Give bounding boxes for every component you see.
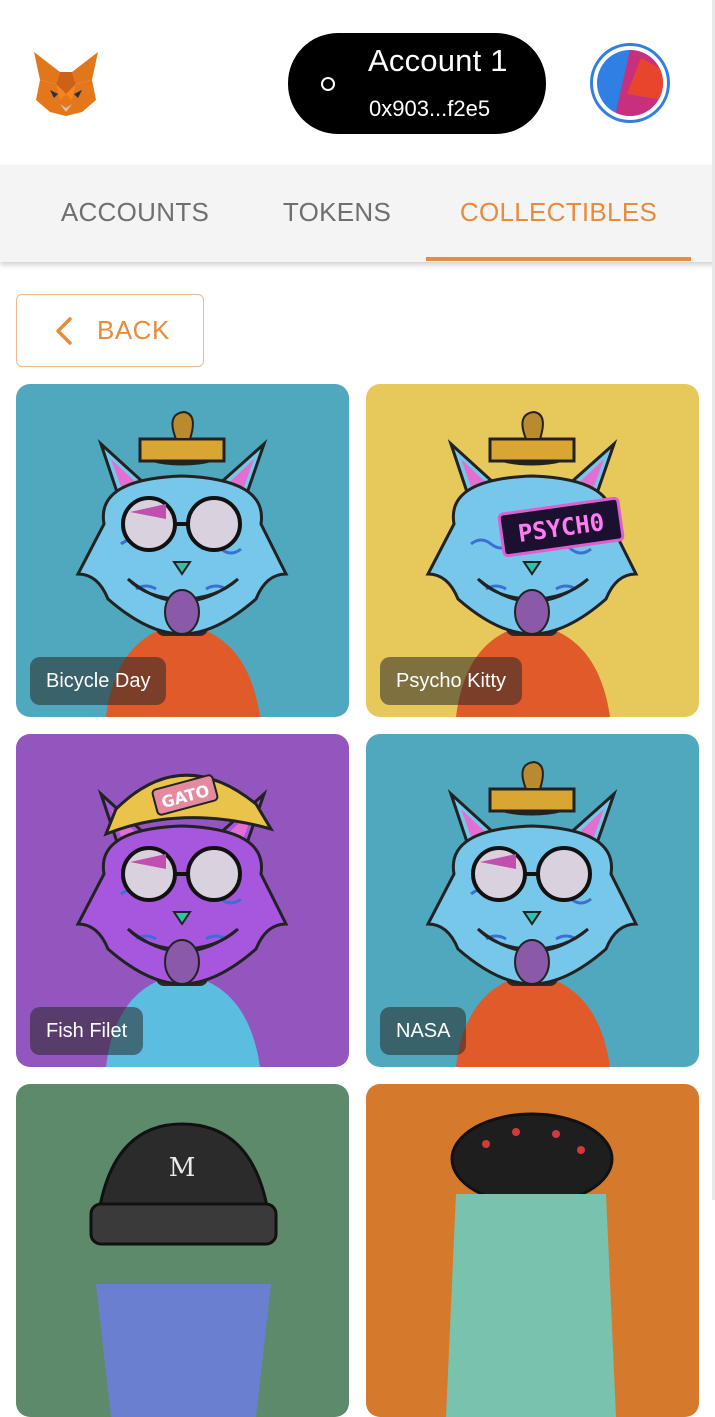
collectible-image: M (89, 1122, 278, 1417)
collectible-image (446, 1112, 616, 1417)
account-selector[interactable]: Account 1 0x903...f2e5 (288, 33, 546, 134)
back-button-label: BACK (97, 315, 170, 345)
tab-tokens[interactable]: TOKENS (262, 165, 412, 262)
tab-collectibles[interactable]: COLLECTIBLES (436, 165, 681, 262)
back-button[interactable]: BACK (16, 294, 204, 367)
account-address: 0x903...f2e5 (369, 96, 491, 121)
collectible-card[interactable]: M (16, 1084, 349, 1417)
tab-accounts[interactable]: ACCOUNTS (40, 165, 230, 262)
jazzicon-icon (597, 50, 663, 116)
metamask-fox-logo (34, 52, 98, 116)
collectible-card[interactable]: Bicycle Day (16, 384, 349, 717)
collectible-name: Psycho Kitty (380, 657, 523, 705)
svg-text:M: M (169, 1153, 196, 1183)
tab-bar: ACCOUNTS TOKENS COLLECTIBLES (0, 165, 715, 262)
active-tab-indicator (426, 257, 691, 261)
account-avatar[interactable] (590, 43, 670, 123)
collectible-card[interactable] (366, 1084, 699, 1417)
chevron-left-icon (56, 317, 72, 345)
collectible-name: Bicycle Day (30, 657, 167, 705)
app-header: Account 1 0x903...f2e5 (0, 0, 715, 165)
collectible-card[interactable]: GATO Fish Filet (16, 734, 349, 1067)
account-name: Account 1 (368, 43, 508, 78)
collectible-card[interactable]: NASA (366, 734, 699, 1067)
collectible-name: NASA (380, 1007, 467, 1055)
account-status-icon (321, 77, 335, 91)
collectible-name: Fish Filet (30, 1007, 144, 1055)
collectible-card[interactable]: PSYCH0 Psycho Kitty (366, 384, 699, 717)
